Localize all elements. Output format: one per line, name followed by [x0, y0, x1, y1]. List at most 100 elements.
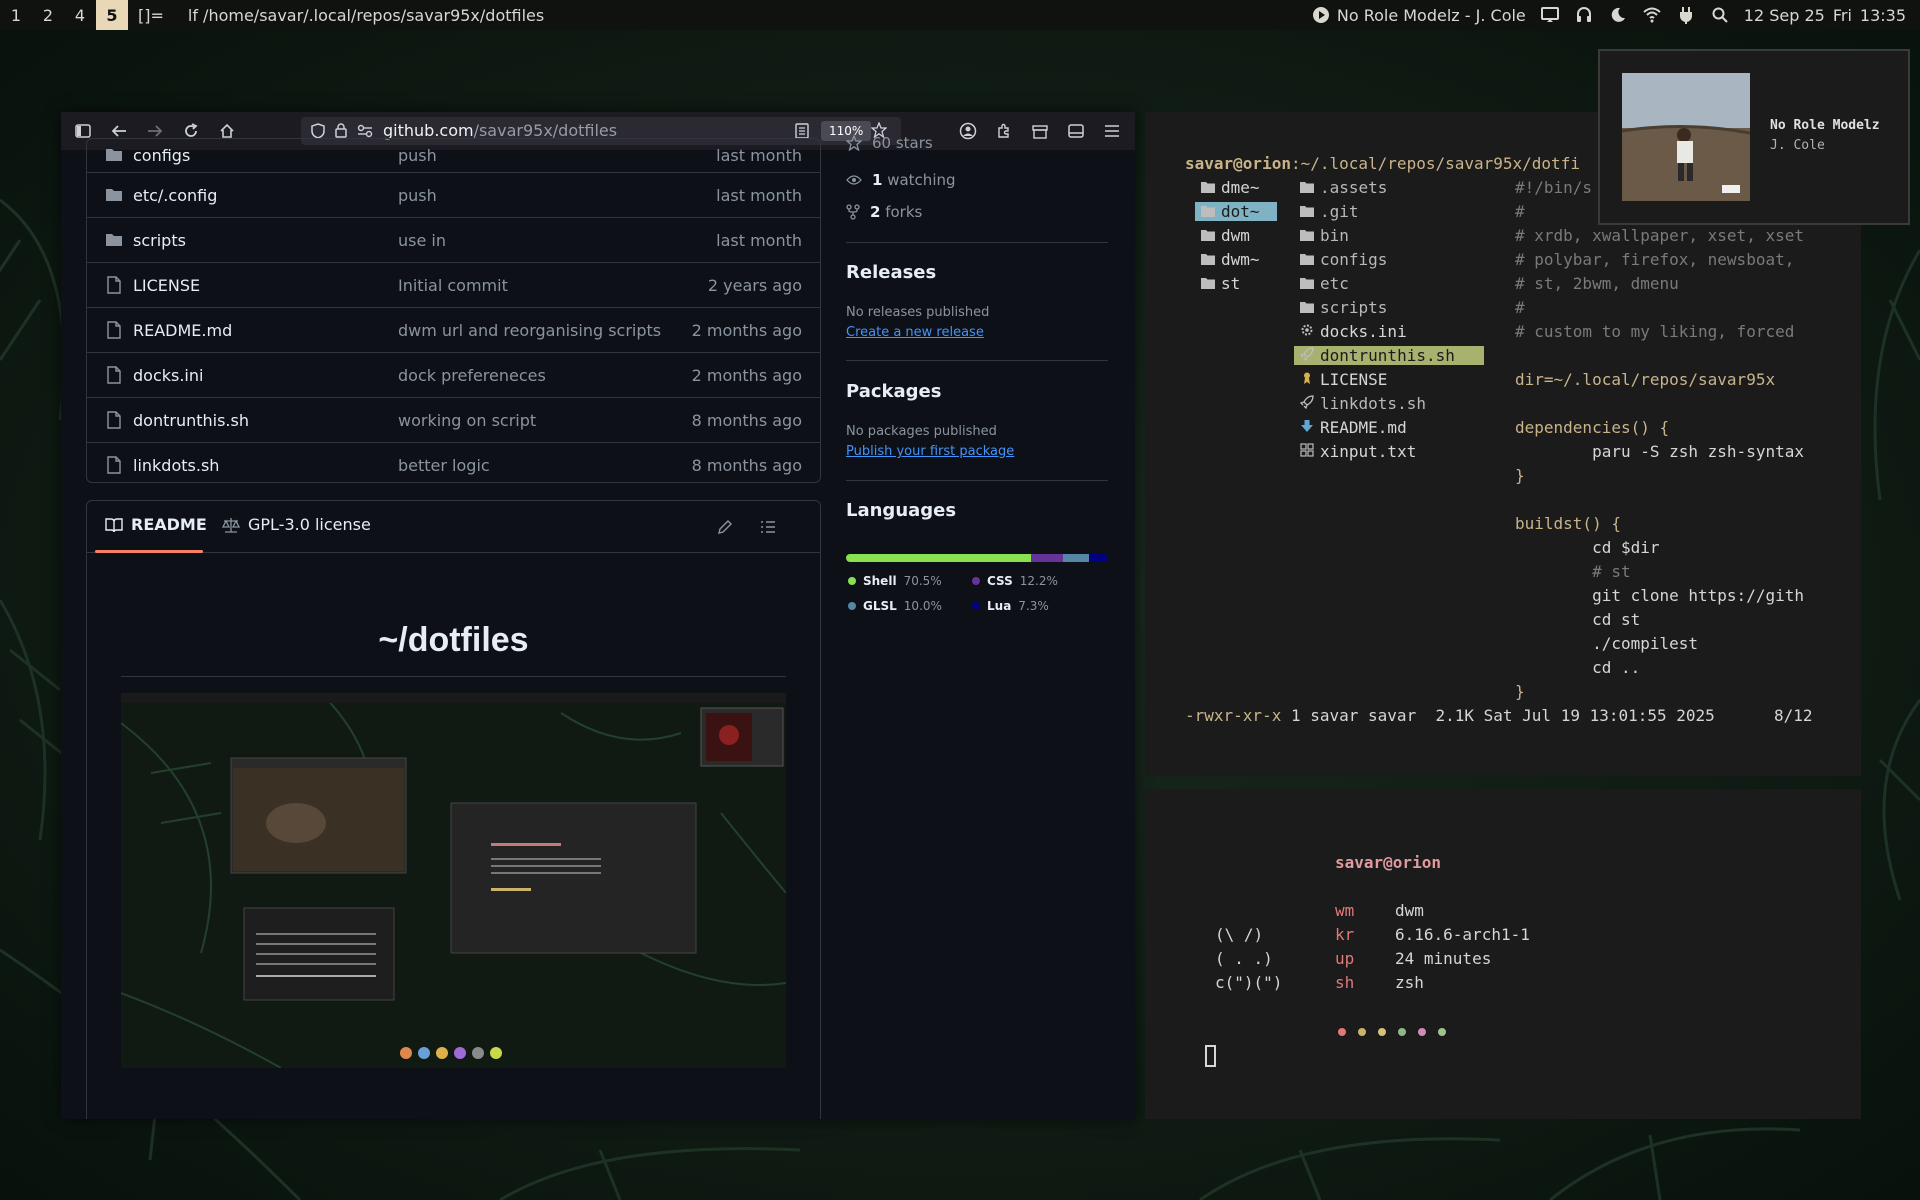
- music-notification[interactable]: No Role Modelz J. Cole: [1598, 49, 1910, 225]
- wifi-icon[interactable]: [1642, 5, 1662, 25]
- lf-item-label: .assets: [1320, 178, 1388, 197]
- lf-file-item[interactable]: docks.ini: [1294, 322, 1484, 341]
- edit-pencil-icon[interactable]: [717, 519, 733, 539]
- sidebar-panel-icon[interactable]: [1062, 117, 1090, 145]
- releases-heading[interactable]: Releases: [846, 262, 936, 283]
- create-release-link[interactable]: Create a new release: [846, 325, 984, 340]
- table-row[interactable]: linkdots.sh better logic 8 months ago: [87, 442, 820, 482]
- file-name[interactable]: linkdots.sh: [133, 456, 219, 475]
- container-icon[interactable]: [1026, 117, 1054, 145]
- lf-parent-item[interactable]: st: [1195, 274, 1277, 293]
- forks-count[interactable]: 2 forks: [846, 203, 922, 221]
- lf-file-item[interactable]: xinput.txt: [1294, 442, 1484, 461]
- rocket-icon: [1299, 346, 1320, 365]
- tab-readme[interactable]: README: [105, 515, 207, 534]
- table-row[interactable]: configs push last month: [87, 139, 820, 172]
- palette-dot: [1378, 1028, 1386, 1036]
- lf-item-label: st: [1221, 274, 1241, 293]
- table-row[interactable]: scripts use in last month: [87, 217, 820, 262]
- file-name[interactable]: LICENSE: [133, 276, 200, 295]
- lf-parent-item[interactable]: dwm~: [1195, 250, 1277, 269]
- headphones-icon[interactable]: [1574, 5, 1594, 25]
- lf-permissions: -rwxr-xr-x: [1185, 706, 1282, 725]
- lf-parent-item[interactable]: dot~: [1195, 202, 1277, 221]
- workspace-5[interactable]: 5: [96, 0, 128, 30]
- lf-file-item[interactable]: dontrunthis.sh: [1294, 346, 1484, 365]
- preview-line: ./compilest: [1515, 634, 1699, 653]
- lf-user-host: savar@orion: [1185, 154, 1291, 173]
- table-row[interactable]: etc/.config push last month: [87, 172, 820, 217]
- window-title: lf /home/savar/.local/repos/savar95x/dot…: [187, 5, 545, 25]
- workspace-2[interactable]: 2: [32, 0, 64, 30]
- table-row[interactable]: README.md dwm url and reorganising scrip…: [87, 307, 820, 352]
- file-name[interactable]: scripts: [133, 231, 186, 250]
- lf-position: 8/12: [1774, 706, 1813, 725]
- preview-line: # polybar, firefox, newsboat,: [1515, 250, 1795, 269]
- table-row[interactable]: docks.ini dock prefereneces 2 months ago: [87, 352, 820, 397]
- moon-icon[interactable]: [1608, 5, 1628, 25]
- file-name[interactable]: docks.ini: [133, 366, 203, 385]
- table-row[interactable]: LICENSE Initial commit 2 years ago: [87, 262, 820, 307]
- lf-item-label: dontrunthis.sh: [1320, 346, 1455, 365]
- preview-line: dependencies() {: [1515, 418, 1670, 437]
- commit-message[interactable]: working on script: [398, 411, 536, 430]
- lf-file-item[interactable]: LICENSE: [1294, 370, 1484, 389]
- power-plug-icon[interactable]: [1676, 5, 1696, 25]
- language-lua[interactable]: Lua 7.3%: [972, 599, 1049, 613]
- play-icon[interactable]: [1311, 5, 1331, 25]
- tab-license[interactable]: GPL-3.0 license: [222, 515, 371, 534]
- preview-line: git clone https://gith: [1515, 586, 1804, 605]
- lf-parent-item[interactable]: dwm: [1195, 226, 1277, 245]
- commit-message[interactable]: dwm url and reorganising scripts: [398, 321, 661, 340]
- language-css[interactable]: CSS 12.2%: [972, 574, 1058, 588]
- outline-list-icon[interactable]: [760, 519, 776, 539]
- screen-icon[interactable]: [1540, 5, 1560, 25]
- commit-message[interactable]: use in: [398, 231, 446, 250]
- preview-line: cd $dir: [1515, 538, 1660, 557]
- lf-file-item[interactable]: etc: [1294, 274, 1484, 293]
- layout-indicator[interactable]: []=: [138, 6, 164, 25]
- file-name[interactable]: dontrunthis.sh: [133, 411, 249, 430]
- preview-line: #: [1515, 202, 1525, 221]
- commit-message[interactable]: Initial commit: [398, 276, 508, 295]
- lf-file-item[interactable]: bin: [1294, 226, 1484, 245]
- language-glsl[interactable]: GLSL 10.0%: [848, 599, 942, 613]
- commit-message[interactable]: better logic: [398, 456, 490, 475]
- lf-statusline: -rwxr-xr-x 1 savar savar 2.1K Sat Jul 19…: [1185, 706, 1715, 725]
- language-shell[interactable]: Shell 70.5%: [848, 574, 942, 588]
- lf-file-item[interactable]: .git: [1294, 202, 1484, 221]
- fetch-terminal[interactable]: savar@orion (\ /) ( . .) c(")(") wm dwm …: [1145, 789, 1861, 1119]
- file-name[interactable]: README.md: [133, 321, 232, 340]
- lf-item-label: LICENSE: [1320, 370, 1388, 389]
- lf-file-item[interactable]: .assets: [1294, 178, 1484, 197]
- publish-package-link[interactable]: Publish your first package: [846, 444, 1014, 459]
- extensions-icon[interactable]: [990, 117, 1018, 145]
- menu-icon[interactable]: [1098, 117, 1126, 145]
- commit-message[interactable]: push: [398, 146, 437, 165]
- lf-file-item[interactable]: scripts: [1294, 298, 1484, 317]
- lf-parent-item[interactable]: dme~: [1195, 178, 1277, 197]
- album-cover-image: [1622, 73, 1750, 201]
- stars-count[interactable]: 60 stars: [846, 134, 933, 152]
- ascii-art-line: (\ /): [1215, 925, 1264, 944]
- workspace-4[interactable]: 4: [64, 0, 96, 30]
- file-icon: [107, 366, 121, 384]
- account-icon[interactable]: [954, 117, 982, 145]
- now-playing[interactable]: No Role Modelz - J. Cole: [1337, 6, 1526, 25]
- watching-count[interactable]: 1 watching: [846, 171, 956, 189]
- lf-file-item[interactable]: linkdots.sh: [1294, 394, 1484, 413]
- scale-icon: [222, 517, 240, 533]
- commit-date: last month: [716, 185, 802, 205]
- lf-file-item[interactable]: README.md: [1294, 418, 1484, 437]
- workspace-1[interactable]: 1: [0, 0, 32, 30]
- file-name[interactable]: configs: [133, 146, 190, 165]
- commit-message[interactable]: push: [398, 186, 437, 205]
- fetch-value: 24 minutes: [1395, 949, 1492, 968]
- lf-file-item[interactable]: configs: [1294, 250, 1484, 269]
- file-name[interactable]: etc/.config: [133, 186, 217, 205]
- palette-dot: [1358, 1028, 1366, 1036]
- packages-heading[interactable]: Packages: [846, 381, 941, 402]
- table-row[interactable]: dontrunthis.sh working on script 8 month…: [87, 397, 820, 442]
- commit-message[interactable]: dock prefereneces: [398, 366, 546, 385]
- search-icon[interactable]: [1710, 5, 1730, 25]
